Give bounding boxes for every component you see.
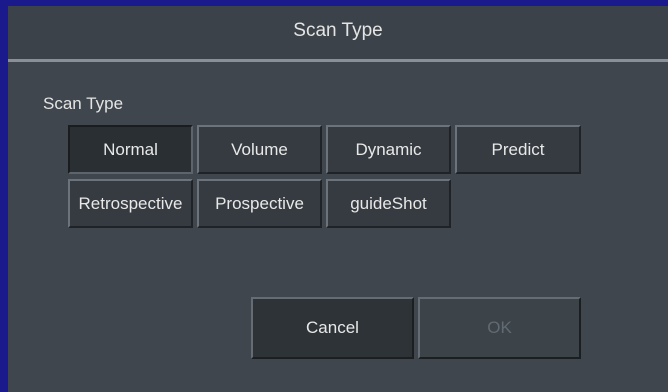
scan-type-guideshot-button[interactable]: guideShot xyxy=(326,179,451,228)
scan-type-normal-button[interactable]: Normal xyxy=(68,125,193,174)
scan-type-prospective-button[interactable]: Prospective xyxy=(197,179,322,228)
cancel-button[interactable]: Cancel xyxy=(251,297,414,359)
scan-type-group-label: Scan Type xyxy=(43,94,124,113)
scan-type-dynamic-button[interactable]: Dynamic xyxy=(326,125,451,174)
scan-type-volume-button[interactable]: Volume xyxy=(197,125,322,174)
scan-type-retrospective-button[interactable]: Retrospective xyxy=(68,179,193,228)
ok-button[interactable]: OK xyxy=(418,297,581,359)
dialog-title: Scan Type xyxy=(293,20,383,41)
scan-type-dialog: Scan Type Scan Type Normal Volume Dynami… xyxy=(8,6,668,392)
scan-type-predict-button[interactable]: Predict xyxy=(455,125,581,174)
dialog-title-bar: Scan Type xyxy=(8,6,668,62)
